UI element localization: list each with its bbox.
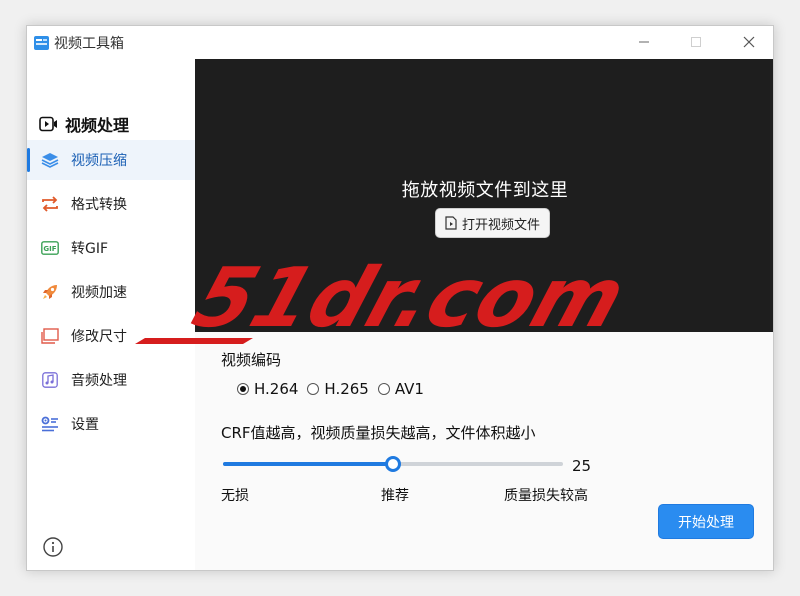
slider-fill	[223, 462, 393, 466]
sidebar-item-label: 音频处理	[71, 373, 127, 389]
radio-h264[interactable]: H.264	[237, 380, 298, 398]
music-note-icon	[40, 370, 60, 390]
sidebar-item-label: 修改尺寸	[71, 329, 127, 345]
radio-label: H.265	[324, 380, 369, 398]
rocket-icon	[40, 282, 60, 302]
encoding-label: 视频编码	[221, 351, 282, 369]
sidebar-item-label: 视频压缩	[71, 153, 127, 169]
sidebar-item-label: 视频加速	[71, 285, 127, 301]
radio-indicator[interactable]	[237, 383, 249, 395]
sidebar-item-audio[interactable]: 音频处理	[27, 360, 195, 400]
tick-label-high-loss: 质量损失较高	[504, 488, 588, 504]
sidebar-item-label: 设置	[71, 417, 99, 433]
radio-h265[interactable]: H.265	[307, 380, 369, 398]
sidebar-item-compress[interactable]: 视频压缩	[27, 140, 195, 180]
about-button[interactable]	[42, 536, 64, 558]
encoding-radio-group: H.264 H.265 AV1	[237, 380, 433, 398]
info-icon	[43, 537, 63, 557]
video-play-icon	[39, 116, 57, 132]
maximize-button[interactable]	[685, 32, 707, 52]
sidebar-item-settings[interactable]: 设置	[27, 404, 195, 444]
gif-icon: GIF	[40, 238, 60, 258]
crf-value: 25	[572, 457, 592, 475]
close-icon	[743, 36, 755, 48]
open-video-label: 打开视频文件	[461, 217, 540, 233]
convert-arrows-icon	[40, 194, 60, 214]
tick-label-lossless: 无损	[221, 488, 249, 504]
minimize-button[interactable]	[633, 32, 655, 52]
file-icon	[445, 216, 457, 230]
radio-indicator[interactable]	[307, 383, 320, 395]
sidebar-item-convert[interactable]: 格式转换	[27, 184, 195, 224]
sidebar-header-label: 视频处理	[65, 116, 130, 135]
sidebar-item-label: 格式转换	[71, 197, 127, 213]
dropzone-title: 拖放视频文件到这里	[401, 180, 569, 201]
title-bar[interactable]: 视频工具箱	[27, 26, 773, 59]
settings-sliders-icon	[40, 414, 60, 434]
radio-label: H.264	[254, 380, 299, 398]
close-button[interactable]	[738, 32, 760, 52]
radio-label: AV1	[394, 380, 424, 398]
crf-slider[interactable]	[223, 456, 563, 472]
watermark-logo: 51dr.com	[135, 256, 636, 345]
open-video-button[interactable]: 打开视频文件	[435, 208, 550, 238]
window-title: 视频工具箱	[54, 36, 124, 52]
layers-icon	[40, 150, 60, 170]
sidebar-item-label: 转GIF	[71, 241, 109, 257]
watermark-text: 51dr.com	[182, 256, 636, 345]
app-logo-icon	[34, 35, 49, 50]
start-processing-button[interactable]: 开始处理	[658, 504, 754, 539]
resize-icon	[40, 326, 60, 346]
slider-thumb[interactable]	[385, 456, 401, 472]
radio-av1[interactable]: AV1	[377, 380, 424, 398]
svg-text:GIF: GIF	[43, 245, 56, 253]
crf-label: CRF值越高，视频质量损失越高，文件体积越小	[221, 424, 536, 442]
sidebar-section-video: 视频处理	[39, 112, 129, 136]
tick-label-recommended: 推荐	[381, 488, 409, 504]
radio-indicator[interactable]	[377, 383, 390, 395]
